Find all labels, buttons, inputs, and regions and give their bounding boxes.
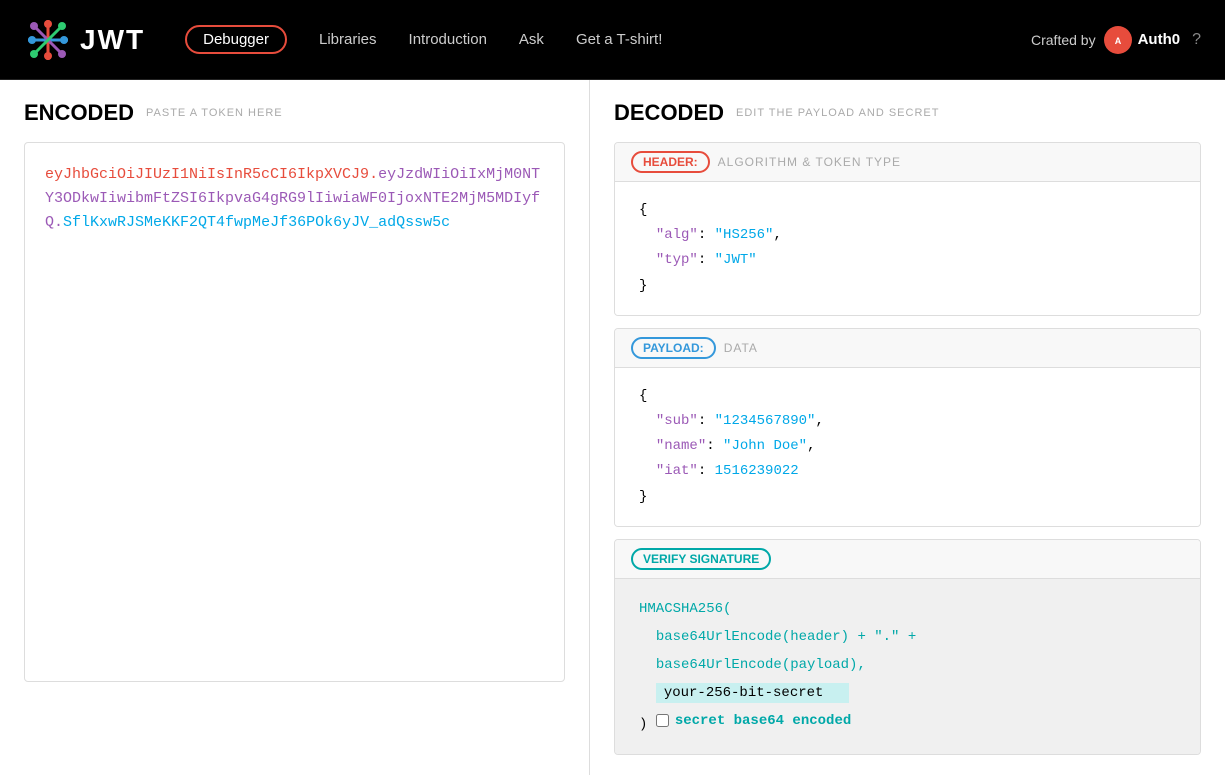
header-colon2: : — [698, 252, 715, 268]
svg-text:A: A — [1114, 36, 1121, 46]
payload-badge: PAYLOAD: — [631, 337, 716, 359]
help-icon[interactable]: ? — [1192, 31, 1201, 49]
token-dot2: . — [54, 214, 63, 231]
decoded-panel: Decoded EDIT THE PAYLOAD AND SECRET HEAD… — [590, 80, 1225, 775]
checkbox-area: secret base64 encoded — [656, 707, 851, 735]
payload-sub-value: "1234567890" — [715, 413, 816, 429]
header-open-brace: { — [639, 202, 647, 218]
auth0-name: Auth0 — [1138, 31, 1181, 48]
auth0-icon: A — [1104, 26, 1132, 54]
header-label: ALGORITHM & TOKEN TYPE — [718, 155, 901, 169]
encoded-subtitle: PASTE A TOKEN HERE — [146, 107, 283, 119]
verify-func: HMACSHA256( — [639, 601, 731, 617]
header-badge: HEADER: — [631, 151, 710, 173]
header-alg-key: "alg" — [656, 227, 698, 243]
verify-line1: base64UrlEncode(header) + "." + — [656, 629, 916, 645]
decoded-header: Decoded EDIT THE PAYLOAD AND SECRET — [614, 100, 1201, 126]
verify-close: ) — [639, 716, 656, 732]
nav-libraries[interactable]: Libraries — [319, 31, 377, 48]
header-typ-value: "JWT" — [715, 252, 757, 268]
header-section-header: HEADER: ALGORITHM & TOKEN TYPE — [615, 143, 1200, 182]
nav-links: Debugger Libraries Introduction Ask Get … — [185, 25, 1031, 54]
payload-iat-value: 1516239022 — [715, 463, 799, 479]
crafted-area: Crafted by A Auth0 ? — [1031, 26, 1201, 54]
payload-section-header: PAYLOAD: DATA — [615, 329, 1200, 368]
decoded-subtitle: EDIT THE PAYLOAD AND SECRET — [736, 107, 939, 119]
token-part3: SflKxwRJSMeKKF2QT4fwpMeJf36POk6yJV_adQss… — [63, 214, 450, 231]
encoded-title: Encoded — [24, 100, 134, 126]
verify-badge: VERIFY SIGNATURE — [631, 548, 771, 570]
verify-section: VERIFY SIGNATURE HMACSHA256( base64UrlEn… — [614, 539, 1201, 756]
encoded-panel: Encoded PASTE A TOKEN HERE eyJhbGciOiJIU… — [0, 80, 590, 775]
verify-body: HMACSHA256( base64UrlEncode(header) + ".… — [615, 579, 1200, 755]
header-close-brace: } — [639, 278, 647, 294]
nav-debugger[interactable]: Debugger — [185, 25, 287, 54]
encoded-content[interactable]: eyJhbGciOiJIUzI1NiIsInR5cCI6IkpXVCJ9.eyJ… — [24, 142, 565, 682]
header-body[interactable]: { "alg": "HS256", "typ": "JWT" } — [615, 182, 1200, 315]
token-dot1: . — [369, 166, 378, 183]
base64-checkbox[interactable] — [656, 714, 669, 727]
payload-close-brace: } — [639, 489, 647, 505]
payload-body[interactable]: { "sub": "1234567890", "name": "John Doe… — [615, 368, 1200, 526]
payload-comma1: , — [815, 413, 823, 429]
main-content: Encoded PASTE A TOKEN HERE eyJhbGciOiJIU… — [0, 80, 1225, 775]
header-colon1: : — [698, 227, 715, 243]
payload-open-brace: { — [639, 388, 647, 404]
payload-sub-key: "sub" — [656, 413, 698, 429]
navbar: JWT Debugger Libraries Introduction Ask … — [0, 0, 1225, 80]
payload-name-key: "name" — [656, 438, 706, 454]
token-part1: eyJhbGciOiJIUzI1NiIsInR5cCI6IkpXVCJ9 — [45, 166, 369, 183]
payload-iat-key: "iat" — [656, 463, 698, 479]
base64-label: secret base64 encoded — [675, 707, 851, 735]
payload-label: DATA — [724, 341, 758, 355]
payload-comma2: , — [807, 438, 815, 454]
jwt-logo-icon — [24, 16, 72, 64]
encoded-header: Encoded PASTE A TOKEN HERE — [24, 100, 565, 126]
payload-colon2: : — [706, 438, 723, 454]
nav-ask[interactable]: Ask — [519, 31, 544, 48]
verify-line2: base64UrlEncode(payload), — [656, 657, 866, 673]
payload-colon3: : — [698, 463, 715, 479]
header-section: HEADER: ALGORITHM & TOKEN TYPE { "alg": … — [614, 142, 1201, 316]
header-typ-key: "typ" — [656, 252, 698, 268]
payload-colon1: : — [698, 413, 715, 429]
nav-tshirt[interactable]: Get a T-shirt! — [576, 31, 662, 48]
header-comma: , — [773, 227, 781, 243]
secret-input[interactable] — [656, 683, 849, 703]
decoded-title: Decoded — [614, 100, 724, 126]
auth0-badge[interactable]: A Auth0 — [1104, 26, 1181, 54]
logo-text: JWT — [80, 24, 145, 56]
nav-introduction[interactable]: Introduction — [409, 31, 487, 48]
header-alg-value: "HS256" — [715, 227, 774, 243]
logo-area: JWT — [24, 16, 145, 64]
verify-header: VERIFY SIGNATURE — [615, 540, 1200, 579]
payload-name-value: "John Doe" — [723, 438, 807, 454]
payload-section: PAYLOAD: DATA { "sub": "1234567890", "na… — [614, 328, 1201, 527]
crafted-by-text: Crafted by — [1031, 32, 1096, 48]
